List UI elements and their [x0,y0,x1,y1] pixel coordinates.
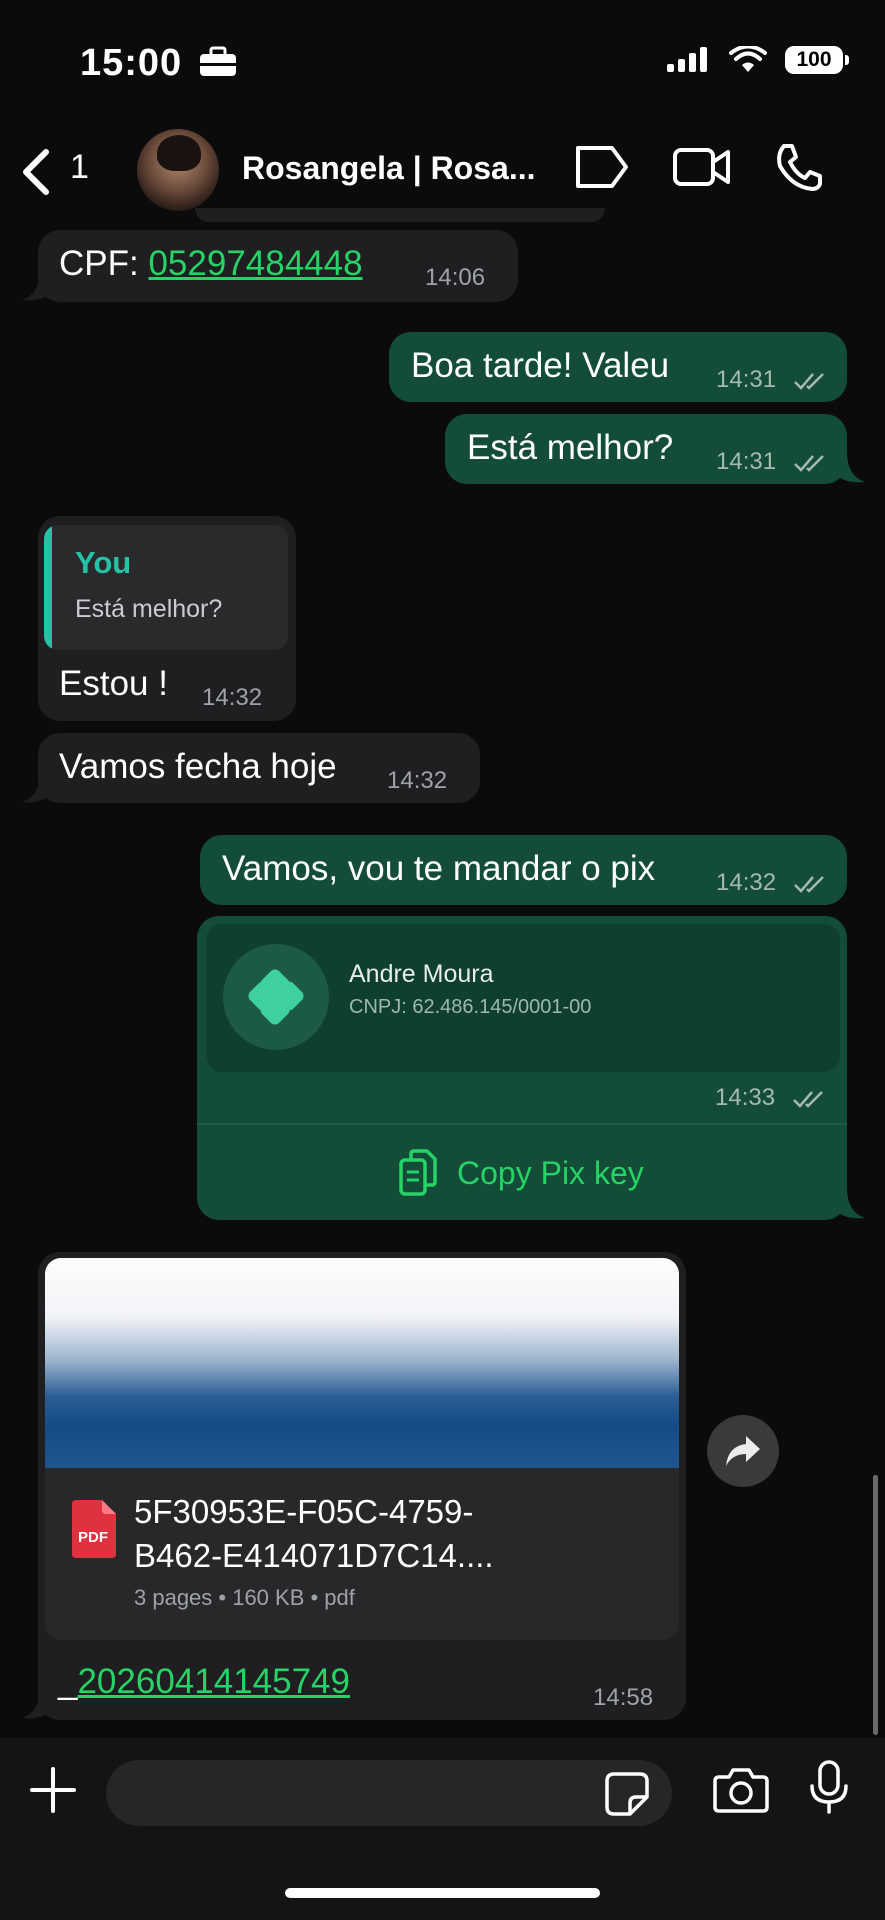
pdf-file-icon: PDF [72,1500,116,1558]
signal-icon [667,47,707,72]
double-check-icon [792,1090,823,1108]
message-text: Vamos fecha hoje [59,747,337,786]
pix-logo [223,944,329,1050]
message-outgoing[interactable]: Vamos, vou te mandar o pix 14:32 [200,835,847,905]
plus-icon[interactable] [28,1765,78,1815]
message-time: 14:33 [715,1084,826,1112]
copy-pix-key-button[interactable]: Copy Pix key [457,1155,644,1192]
sticker-icon[interactable] [604,1771,650,1817]
message-time: 14:06 [425,264,486,291]
microphone-icon[interactable] [808,1760,850,1816]
status-icons: 100 [667,46,849,74]
message-text: Vamos, vou te mandar o pix [222,849,656,888]
message-text: Boa tarde! Valeu [411,346,670,385]
message-cpf[interactable]: CPF: 05297484448 14:06 [38,230,518,302]
back-chevron-icon[interactable] [18,148,54,196]
bubble-tail [835,452,865,483]
message-time: 14:31 [716,448,827,476]
quoted-message[interactable]: You Está melhor? [44,525,288,650]
message-time: 14:32 [387,767,448,794]
message-incoming[interactable]: Vamos fecha hoje 14:32 [38,733,480,803]
home-indicator [285,1888,600,1898]
caption-link[interactable]: 20260414145749 [77,1662,350,1701]
previous-bubble-edge [195,208,605,222]
wifi-icon [729,46,767,72]
message-text: Estou ! [59,664,168,703]
pix-cnpj: CNPJ: 62.486.145/0001-00 [349,996,592,1018]
phone-icon[interactable] [774,142,824,192]
message-time: 14:58 [593,1684,654,1711]
message-text: CPF: 05297484448 [59,244,363,283]
document-meta: 3 pages • 160 KB • pdf [134,1585,355,1610]
status-time: 15:00 [80,42,238,85]
bubble-tail [835,1188,865,1219]
camera-icon[interactable] [713,1765,769,1813]
document-preview[interactable] [45,1258,679,1468]
document-caption: _20260414145749 [58,1662,350,1701]
scrollbar[interactable] [873,1475,878,1735]
video-call-icon[interactable] [672,142,732,192]
message-input[interactable] [106,1760,672,1826]
double-check-icon [793,875,824,893]
label-tag-icon[interactable] [572,142,630,192]
message-time: 14:32 [202,684,263,711]
double-check-icon [793,372,824,390]
pix-logo-icon [248,969,304,1025]
message-time: 14:32 [716,869,827,897]
message-text: Está melhor? [467,428,674,467]
copy-icon[interactable] [397,1148,439,1198]
divider [197,1123,847,1125]
contact-name[interactable]: Rosangela | Rosa... [242,150,547,187]
message-outgoing[interactable]: Está melhor? 14:31 [445,414,847,484]
bubble-tail [22,1688,52,1719]
document-title: 5F30953E-F05C-4759- B462-E414071D7C14...… [134,1493,494,1574]
briefcase-icon [199,46,236,76]
pdf-label: PDF [78,1529,108,1546]
quote-text: Está melhor? [75,595,223,623]
forward-button[interactable] [707,1415,779,1487]
message-time: 14:31 [716,366,827,394]
bubble-tail [22,772,52,803]
bubble-tail [22,270,52,301]
double-check-icon [793,454,824,472]
cpf-link[interactable]: 05297484448 [148,244,362,283]
quote-bar [44,525,52,650]
pix-recipient-name: Andre Moura [349,960,494,988]
forward-icon [726,1436,760,1466]
quote-author: You [75,545,132,580]
battery-indicator: 100 [785,46,849,74]
avatar[interactable] [137,129,219,211]
message-outgoing[interactable]: Boa tarde! Valeu 14:31 [389,332,847,402]
unread-count[interactable]: 1 [70,148,89,187]
